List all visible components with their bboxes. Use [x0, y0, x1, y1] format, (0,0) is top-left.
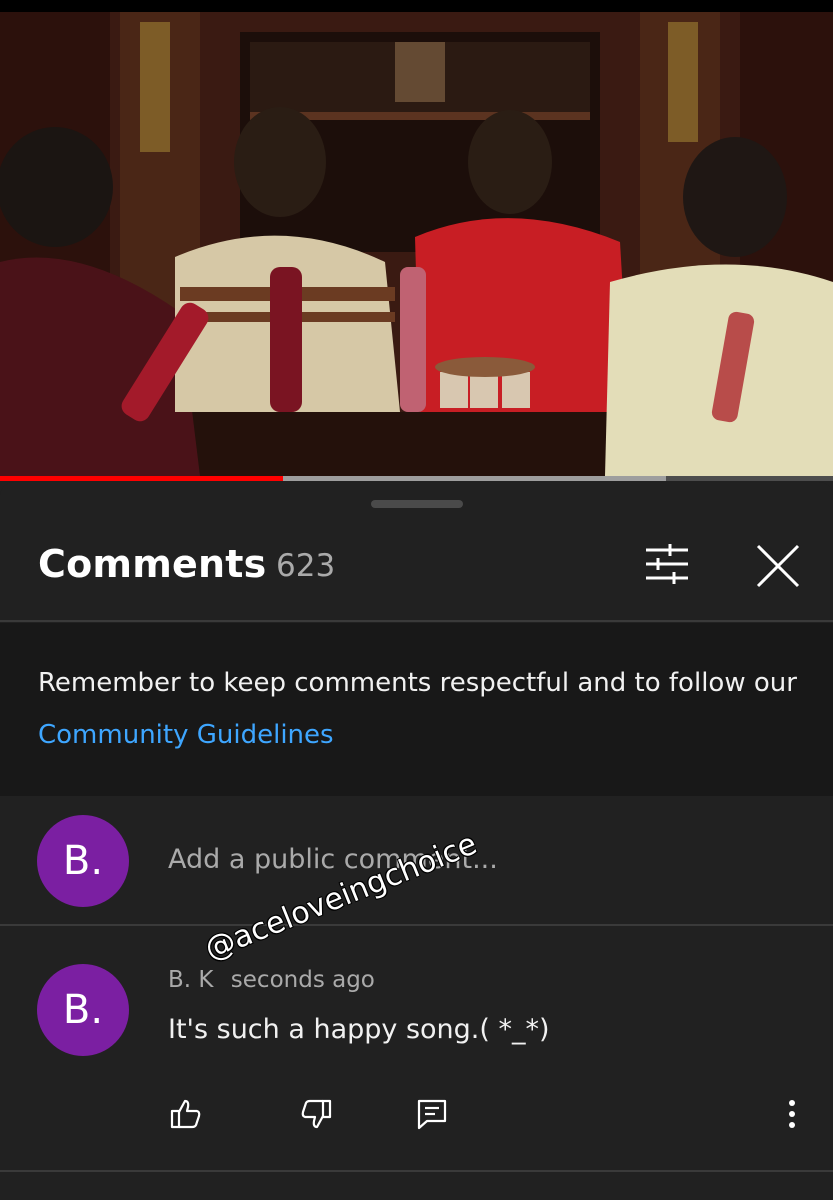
dislike-button[interactable] [298, 1096, 334, 1132]
close-icon [756, 544, 800, 588]
filter-button[interactable] [640, 540, 694, 590]
more-vert-icon [789, 1100, 795, 1128]
comments-count: 623 [276, 548, 336, 584]
notice-text: Remember to keep comments respectful and… [38, 668, 797, 698]
comment-meta: B. K seconds ago [168, 967, 375, 993]
guidelines-notice: Remember to keep comments respectful and… [0, 623, 833, 796]
thumbs-up-icon [170, 1099, 201, 1129]
comments-sheet: Comments 623 Remember to keep comments r… [0, 482, 833, 1200]
user-avatar: B. [37, 815, 129, 907]
divider [0, 924, 833, 926]
thumbs-down-icon [301, 1099, 332, 1129]
video-player[interactable] [0, 12, 833, 476]
commenter-avatar[interactable]: B. [37, 964, 129, 1056]
status-bar-strip [0, 0, 833, 12]
video-progress-bar[interactable] [0, 476, 833, 481]
comment-time: seconds ago [230, 967, 375, 993]
like-button[interactable] [168, 1096, 204, 1132]
reply-button[interactable] [414, 1096, 450, 1132]
reply-icon [417, 1099, 447, 1130]
comment-author[interactable]: B. K [168, 967, 213, 993]
comment-text: It's such a happy song.( *_*) [168, 1014, 550, 1045]
divider [0, 620, 833, 622]
filter-icon [646, 544, 688, 584]
divider [0, 1170, 833, 1172]
close-button[interactable] [752, 540, 804, 592]
progress-played [0, 476, 284, 481]
comments-title: Comments [38, 542, 267, 586]
video-frame [0, 12, 833, 476]
drag-handle[interactable] [371, 500, 463, 508]
more-options-button[interactable] [774, 1096, 810, 1132]
community-guidelines-link[interactable]: Community Guidelines [38, 720, 334, 750]
